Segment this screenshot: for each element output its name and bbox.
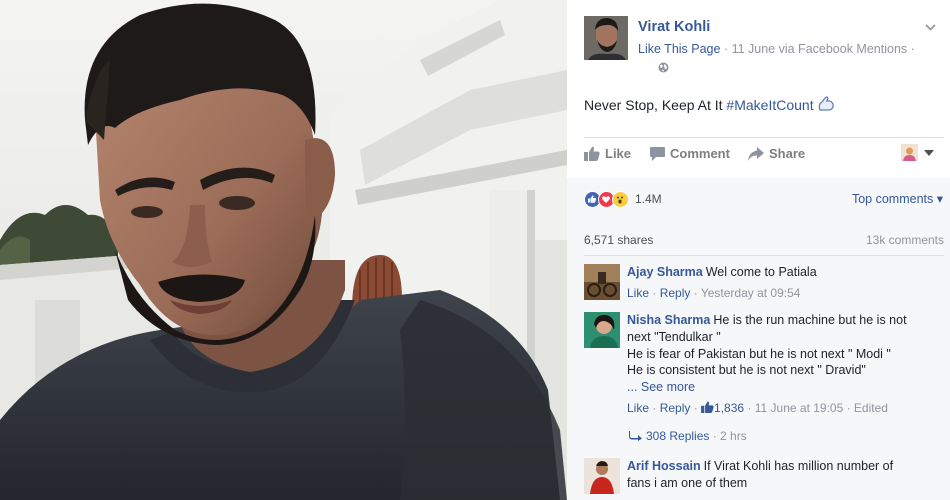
selfie-photo <box>0 0 567 500</box>
comment-button[interactable]: Comment <box>650 146 730 161</box>
comment-text: If Virat Kohli has million number of <box>703 459 894 473</box>
comment-time: · Yesterday at 09:54 <box>690 285 801 300</box>
post-text: Never Stop, Keep At It #MakeItCount <box>584 96 835 115</box>
chevron-down-icon[interactable] <box>924 147 934 159</box>
comment-author[interactable]: Nisha Sharma <box>627 313 710 327</box>
comments-count[interactable]: 13k comments <box>866 233 944 247</box>
like-button[interactable]: Like <box>584 146 631 161</box>
comment-icon <box>650 146 665 161</box>
commenter-avatar[interactable] <box>584 264 620 300</box>
see-more-link[interactable]: ... See more <box>627 379 947 396</box>
post-meta-text: · 11 June via Facebook Mentions · <box>720 42 915 56</box>
comment-text: He is the run machine but he is not <box>713 313 907 327</box>
comment-footer: Like · Reply · Yesterday at 09:54 <box>627 285 801 300</box>
comment-text: He is consistent but he is not next " Dr… <box>627 363 866 378</box>
chevron-down-icon[interactable] <box>925 20 936 34</box>
comment-item: Ajay Sharma Wel come to Patiala Like · Re… <box>584 264 944 304</box>
likes-number: 1,836 <box>714 400 745 415</box>
reactions-summary[interactable]: 1.4M <box>584 189 662 209</box>
post-as-avatar[interactable] <box>901 144 918 161</box>
like-this-page-link[interactable]: Like This Page <box>638 42 720 56</box>
thumbs-up-icon <box>584 146 600 161</box>
comment-text: He is fear of Pakistan but he is not nex… <box>627 346 891 361</box>
comment-like-link[interactable]: Like <box>627 286 649 300</box>
comment-text: Wel come to Patiala <box>705 265 817 279</box>
hashtag-link[interactable]: #MakeItCount <box>726 97 813 113</box>
wow-reaction-icon <box>612 190 629 208</box>
comment-footer: Like · Reply · 1,836 · 11 June at 19:05 … <box>627 400 888 415</box>
comment-body: Nisha Sharma He is the run machine but he… <box>627 312 947 417</box>
action-bar: Like Comment Share <box>584 144 944 166</box>
post-meta: Like This Page · 11 June via Facebook Me… <box>638 42 915 56</box>
replies-count[interactable]: 308 Replies <box>646 429 709 443</box>
share-icon <box>748 146 764 161</box>
thumbs-up-icon <box>701 401 714 413</box>
commenter-avatar[interactable] <box>584 312 620 348</box>
comment-time: · 11 June at 19:05 · Edited <box>744 400 888 415</box>
commenter-avatar[interactable] <box>584 458 620 494</box>
reply-arrow-icon <box>629 431 642 441</box>
flexed-biceps-emoji <box>817 96 835 115</box>
comment-likes-count[interactable]: 1,836 <box>701 401 744 415</box>
view-replies-link[interactable]: 308 Replies · 2 hrs <box>629 429 747 443</box>
virat-avatar[interactable] <box>584 16 628 60</box>
comment-author[interactable]: Arif Hossain <box>627 459 701 473</box>
comment-sort-dropdown[interactable]: Top comments ▾ <box>852 191 943 206</box>
shares-count[interactable]: 6,571 shares <box>584 233 653 247</box>
replies-time: · 2 hrs <box>709 429 747 443</box>
comment-like-link[interactable]: Like <box>627 401 649 415</box>
comment-text: fans i am one of them <box>627 475 748 490</box>
comment-text: next "Tendulkar " <box>627 329 721 344</box>
comment-author[interactable]: Ajay Sharma <box>627 265 703 279</box>
share-button[interactable]: Share <box>748 146 805 161</box>
like-label: Like <box>605 146 632 161</box>
post-header: Virat Kohli Like This Page · 11 June via… <box>584 16 944 76</box>
reactions-count[interactable]: 1.4M <box>635 192 662 206</box>
divider <box>584 255 944 256</box>
comment-reply-link[interactable]: Reply <box>660 286 691 300</box>
divider <box>584 137 944 138</box>
post-text-plain: Never Stop, Keep At It <box>584 97 727 113</box>
comment-body: Arif Hossain If Virat Kohli has million n… <box>627 458 947 492</box>
comment-body: Ajay Sharma Wel come to Patiala Like · Re… <box>627 264 947 302</box>
comment-item: Arif Hossain If Virat Kohli has million n… <box>584 458 944 498</box>
comment-label: Comment <box>670 146 730 161</box>
page-name[interactable]: Virat Kohli <box>638 19 710 35</box>
share-label: Share <box>769 146 806 161</box>
globe-icon <box>658 60 669 73</box>
post-panel: Virat Kohli Like This Page · 11 June via… <box>567 0 950 500</box>
comment-reply-link[interactable]: Reply <box>660 401 691 415</box>
post-photo[interactable] <box>0 0 567 500</box>
